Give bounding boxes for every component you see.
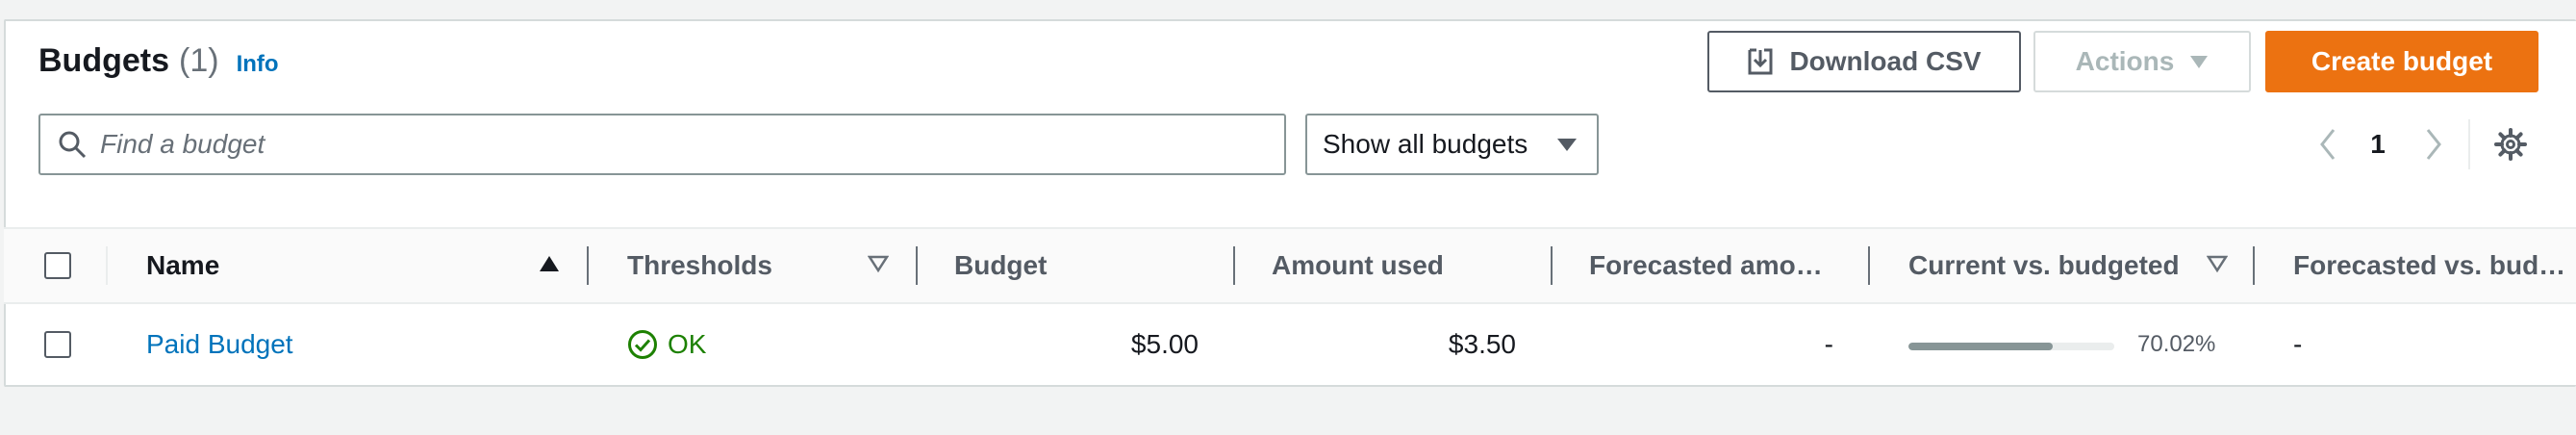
create-budget-label: Create budget <box>2311 46 2493 76</box>
forecasted-vs-budgeted: - <box>2293 329 2303 359</box>
table-row: Paid Budget OK $5.00 $3.50 - 70.02% - <box>4 304 2576 385</box>
budget-count: (1) <box>179 42 219 79</box>
forecasted-amount: - <box>1824 329 1833 359</box>
column-header-current-vs-budgeted[interactable]: Current vs. budgeted <box>1908 229 2180 302</box>
amount-used: $3.50 <box>1448 329 1516 359</box>
budget-amount: $5.00 <box>1130 329 1199 359</box>
page-header: Budgets (1) Info <box>38 42 279 80</box>
current-vs-budgeted-percent: 70.02% <box>2137 331 2216 357</box>
search-placeholder: Find a budget <box>100 129 265 159</box>
column-header-forecasted-vs-budgeted[interactable]: Forecasted vs. bud… <box>2293 229 2565 302</box>
column-divider <box>106 246 108 285</box>
sort-descending-icon[interactable] <box>2207 254 2228 273</box>
column-divider[interactable] <box>1233 246 1235 285</box>
column-divider[interactable] <box>916 246 918 285</box>
caret-down-icon <box>2190 56 2209 68</box>
column-header-forecasted-amount[interactable]: Forecasted amo… <box>1589 229 1823 302</box>
previous-page-button[interactable] <box>2309 125 2347 164</box>
search-input[interactable]: Find a budget <box>38 114 1286 175</box>
budget-name-link[interactable]: Paid Budget <box>146 304 293 385</box>
status-ok-icon <box>628 330 657 359</box>
column-divider[interactable] <box>1551 246 1553 285</box>
column-divider[interactable] <box>587 246 589 285</box>
current-vs-budgeted-progress-bar <box>1908 343 2114 350</box>
threshold-status-label: OK <box>668 329 707 359</box>
search-icon <box>59 131 87 159</box>
chevron-right-icon <box>2426 129 2441 160</box>
sort-ascending-icon[interactable] <box>539 254 560 273</box>
create-budget-button[interactable]: Create budget <box>2265 31 2538 92</box>
download-csv-label: Download CSV <box>1789 46 1982 76</box>
threshold-status: OK <box>627 304 706 385</box>
column-header-thresholds[interactable]: Thresholds <box>627 229 772 302</box>
budget-filter-value: Show all budgets <box>1323 129 1528 159</box>
actions-dropdown-button[interactable]: Actions <box>2033 31 2251 92</box>
progress-bar-fill <box>1908 343 2053 350</box>
column-header-budget[interactable]: Budget <box>954 229 1047 302</box>
current-page-number[interactable]: 1 <box>2359 125 2397 164</box>
gear-icon <box>2494 128 2527 161</box>
actions-label: Actions <box>2075 46 2175 76</box>
column-divider[interactable] <box>1868 246 1870 285</box>
select-all-checkbox[interactable] <box>44 252 71 279</box>
budget-filter-select[interactable]: Show all budgets <box>1305 114 1599 175</box>
download-csv-button[interactable]: Download CSV <box>1707 31 2021 92</box>
pagination-divider <box>2468 119 2470 169</box>
sort-descending-icon[interactable] <box>868 254 889 273</box>
page-title: Budgets <box>38 42 169 79</box>
download-icon <box>1748 48 1773 75</box>
chevron-left-icon <box>2320 129 2336 160</box>
preferences-button[interactable] <box>2489 125 2532 164</box>
column-header-amount-used[interactable]: Amount used <box>1272 229 1444 302</box>
caret-down-icon <box>1557 139 1577 151</box>
next-page-button[interactable] <box>2414 125 2453 164</box>
column-header-name[interactable]: Name <box>146 229 219 302</box>
row-select-checkbox[interactable] <box>44 331 71 358</box>
info-link[interactable]: Info <box>237 51 279 78</box>
table-header: Name Thresholds Budget Amount used Forec… <box>4 227 2576 304</box>
column-divider[interactable] <box>2253 246 2255 285</box>
